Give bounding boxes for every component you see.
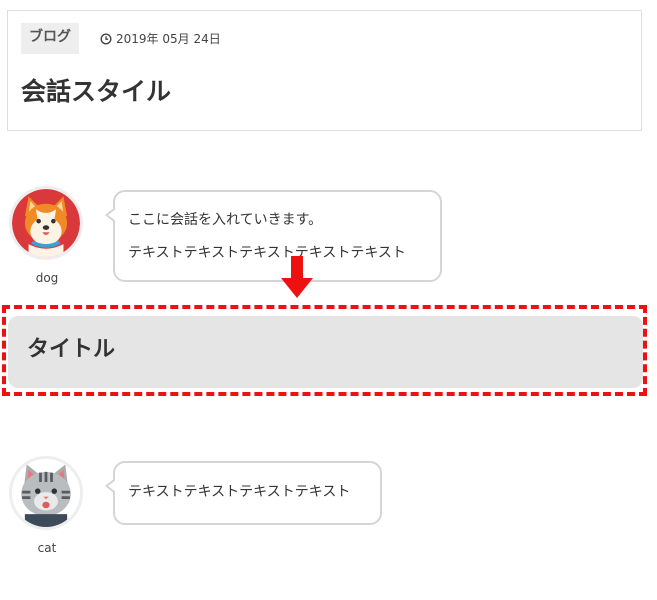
date-text: 2019年 05月 24日 [116,32,221,46]
clock-icon [100,33,112,45]
speech-line: テキストテキストテキストテキスト [128,484,351,500]
speech-line: テキストテキストテキストテキストテキスト [128,245,406,261]
dog-avatar [9,186,83,260]
post-header: ブログ 2019年 05月 24日 会話スタイル [7,10,642,131]
dog-name: dog [35,271,59,285]
page-title: 会話スタイル [21,77,172,106]
category-badge[interactable]: ブログ [21,23,79,54]
cat-name: cat [37,541,57,555]
cat-avatar [9,456,83,530]
speech-line: ここに会話を入れていきます。 [128,212,323,228]
post-date: 2019年 05月 24日 [100,32,221,46]
dog-face-icon [12,189,80,257]
dog-speech-bubble: ここに会話を入れていきます。 テキストテキストテキストテキストテキスト [105,190,442,282]
cat-speech-bubble: テキストテキストテキストテキスト [105,461,382,525]
dashed-highlight-frame [2,305,647,396]
down-arrow-icon [281,256,313,298]
cat-face-icon [12,459,80,527]
